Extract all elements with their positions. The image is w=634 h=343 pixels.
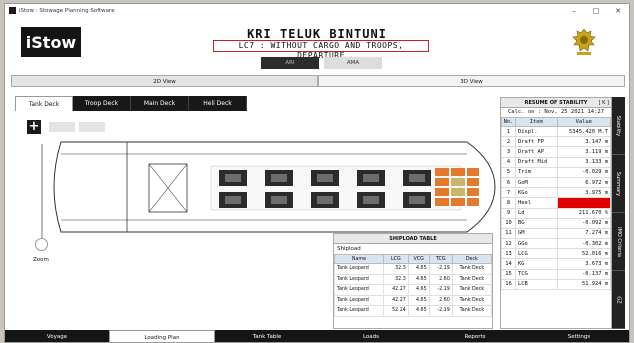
side-tabs: Stability Summary IMO Criteria GZ <box>612 97 625 329</box>
table-row: 13 LCG 52.016 m <box>501 248 611 260</box>
tab-heli-deck[interactable]: Heli Deck <box>189 96 247 111</box>
table-row: 3 Draft AP 3.119 m <box>501 146 611 158</box>
table-row: 5 Trim -0.029 m <box>501 166 611 178</box>
app-window: iStow : Stowage Planning Software – □ ✕ … <box>4 3 630 343</box>
table-row: 4 Draft Mid 3.133 m <box>501 156 611 168</box>
shipload-title: SHIPLOAD TABLE <box>334 234 492 244</box>
deck-plan[interactable] <box>47 132 497 242</box>
table-row[interactable]: Tank Leopard 52.24 4.65 -2.19 Tank Deck <box>334 305 492 317</box>
tab-2d-view[interactable]: 2D View <box>11 75 318 87</box>
title-bar: iStow : Stowage Planning Software – □ ✕ <box>5 4 629 17</box>
add-load-button[interactable]: + <box>27 120 41 134</box>
tab-stability[interactable]: Stability <box>612 97 625 155</box>
tab-main-deck[interactable]: Main Deck <box>131 96 189 111</box>
loading-condition[interactable]: LC7 : WITHOUT CARGO AND TROOPS, DEPARTUR… <box>213 40 429 60</box>
mode-ari-button[interactable]: ARI <box>261 57 319 69</box>
nav-tank-table[interactable]: Tank Table <box>215 330 319 342</box>
mode-ama-button[interactable]: AMA <box>324 57 382 69</box>
col-name: Name <box>334 254 384 264</box>
tool-button-2[interactable] <box>79 122 105 132</box>
table-row: 16 LCB 51.924 m <box>501 278 611 291</box>
view-tabs: 2D View 3D View <box>11 75 625 87</box>
tab-gz[interactable]: GZ <box>612 271 625 329</box>
minimize-button[interactable]: – <box>563 7 585 15</box>
shipload-panel: SHIPLOAD TABLE Shipload Name LCG VCG TCG… <box>333 233 493 329</box>
tab-3d-view[interactable]: 3D View <box>318 75 625 87</box>
table-row: 11 GM 7.274 m <box>501 227 611 240</box>
col-no: No. <box>501 117 516 127</box>
navy-emblem-icon <box>572 28 596 55</box>
table-row[interactable]: Tank Leopard 32.3 4.65 -2.19 Tank Deck <box>334 263 492 275</box>
table-row: 6 GoM 6.972 m <box>501 176 611 189</box>
table-row: 15 TCG -0.137 m <box>501 268 611 280</box>
col-value: Value <box>556 117 611 127</box>
stability-table: No. Item Value 1 Displ. 5345.420 M.T 2 Draf… <box>501 117 611 291</box>
app-icon <box>9 7 16 14</box>
calc-timestamp: Calc. on : Nov, 25 2021 14:27 <box>507 109 605 115</box>
col-tcg: TCG <box>428 254 453 264</box>
header: iStow KRI TELUK BINTUNI LC7 : WITHOUT CA… <box>5 17 629 71</box>
nav-loads[interactable]: Loads <box>319 330 423 342</box>
col-item: Item <box>515 117 558 127</box>
table-row-heel-alert: 8 Heel -0.138 deg <box>501 197 611 209</box>
col-lcg: LCG <box>382 254 409 264</box>
table-row: 12 GGo -0.302 m <box>501 238 611 250</box>
zoom-slider-track[interactable] <box>41 144 43 240</box>
table-row: 2 Draft FP 3.147 m <box>501 136 611 148</box>
table-row: 9 Ld 211.670 % <box>501 207 611 219</box>
main-area: 2D View 3D View Tank Deck Troop Deck Mai… <box>11 75 625 329</box>
table-row: 1 Displ. 5345.420 M.T <box>501 125 611 138</box>
stability-title: RESUME OF STABILITY [ K ] <box>501 98 611 108</box>
tab-tank-deck[interactable]: Tank Deck <box>15 96 73 111</box>
deck-tabs: Tank Deck Troop Deck Main Deck Heli Deck <box>15 96 495 111</box>
heel-alert-value: -0.138 deg <box>556 197 611 209</box>
tab-troop-deck[interactable]: Troop Deck <box>73 96 131 111</box>
tab-summary[interactable]: Summary <box>612 155 625 213</box>
nav-reports[interactable]: Reports <box>423 330 527 342</box>
ship-name: KRI TELUK BINTUNI <box>247 27 387 41</box>
table-row[interactable]: Tank Leopard 32.3 4.65 2.60 Tank Deck <box>334 273 492 285</box>
table-row: 10 BG -0.092 m <box>501 217 611 229</box>
table-row[interactable]: Tank Leopard 42.27 4.65 2.60 Tank Deck <box>334 294 492 306</box>
nav-loading-plan[interactable]: Loading Plan <box>109 330 215 342</box>
window-title: iStow : Stowage Planning Software <box>19 7 115 14</box>
stability-title-text: RESUME OF STABILITY <box>524 100 588 106</box>
col-vcg: VCG <box>407 254 430 264</box>
stability-panel: RESUME OF STABILITY [ K ] Calc. on : Nov… <box>500 97 612 329</box>
close-button[interactable]: ✕ <box>607 7 629 15</box>
maximize-button[interactable]: □ <box>585 7 607 15</box>
tool-button-1[interactable] <box>49 122 75 132</box>
nav-settings[interactable]: Settings <box>527 330 629 342</box>
bottom-nav: Voyage Loading Plan Tank Table Loads Rep… <box>5 330 629 342</box>
table-row: 14 KG 3.673 m <box>501 258 611 270</box>
tab-imo-criteria[interactable]: IMO Criteria <box>612 213 625 271</box>
col-deck: Deck <box>451 254 492 264</box>
table-row[interactable]: Tank Leopard 42.27 4.65 -2.19 Tank Deck <box>334 284 492 296</box>
table-row: 7 KGo 3.975 m <box>501 187 611 199</box>
k-toggle-button[interactable]: [ K ] <box>599 98 609 108</box>
nav-voyage[interactable]: Voyage <box>5 330 109 342</box>
shipload-label: Shipload <box>337 246 361 252</box>
shipload-table: Name LCG VCG TCG Deck Tank Leopard 32.3 4.… <box>334 254 492 317</box>
zoom-label: Zoom <box>33 257 49 263</box>
